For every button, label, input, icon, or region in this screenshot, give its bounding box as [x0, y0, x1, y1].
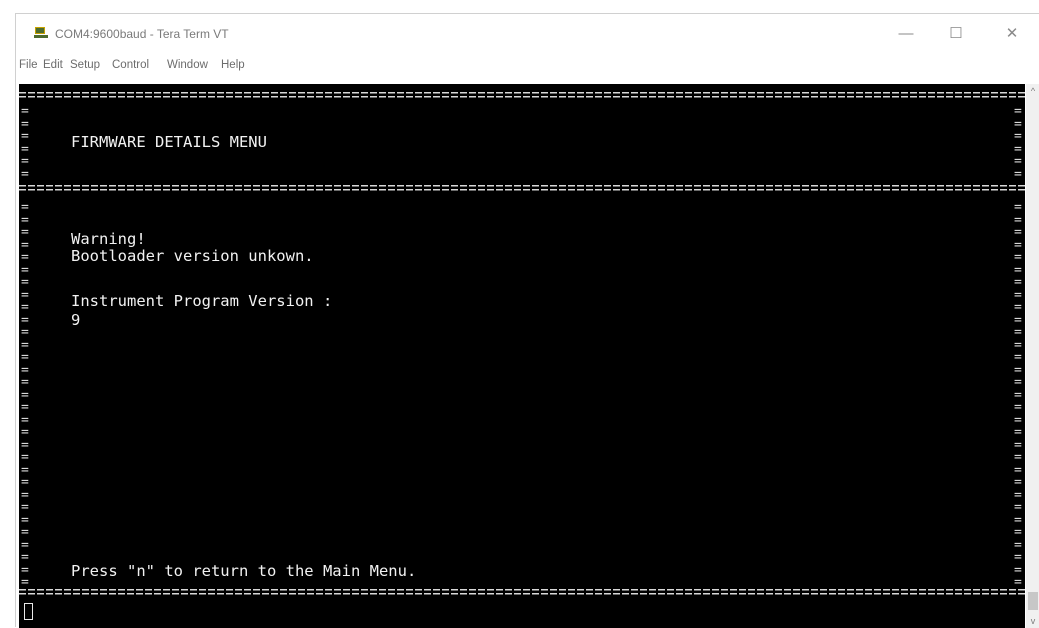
right-border-column: = = = = = = [1014, 104, 1022, 182]
right-border-column: = = = = = = = = = = = = = = = = = = = = … [1014, 200, 1022, 590]
border-rule-top [19, 92, 1025, 98]
footer-instruction: Press "n" to return to the Main Menu. [71, 562, 417, 580]
border-rule-middle [19, 185, 1025, 191]
scroll-down-arrow-icon[interactable]: v [1026, 614, 1039, 628]
text-cursor [24, 603, 33, 620]
left-border-column: = = = = = = [21, 104, 29, 182]
menu-control[interactable]: Control [112, 59, 149, 71]
close-button[interactable]: ✕ [990, 22, 1034, 46]
left-border-column: = = = = = = = = = = = = = = = = = = = = … [21, 200, 29, 590]
bootloader-message: Bootloader version unkown. [71, 247, 314, 265]
terminal-screen[interactable]: = = = = = = = = = = = = = = = = = = = = … [19, 84, 1025, 628]
vertical-scrollbar[interactable]: ^ v [1026, 84, 1039, 628]
program-version-value: 9 [71, 311, 81, 329]
maximize-button[interactable]: ☐ [934, 22, 978, 46]
menu-bar: File Edit Setup Control Window Help [16, 57, 1039, 77]
menu-edit[interactable]: Edit [43, 59, 63, 71]
menu-heading: FIRMWARE DETAILS MENU [71, 133, 267, 151]
warning-text: Warning! [71, 230, 146, 248]
minimize-button[interactable]: — [884, 22, 928, 46]
tera-term-window: COM4:9600baud - Tera Term VT — ☐ ✕ File … [15, 13, 1039, 628]
menu-setup[interactable]: Setup [70, 59, 100, 71]
menu-help[interactable]: Help [221, 59, 245, 71]
menu-window[interactable]: Window [167, 59, 208, 71]
title-bar[interactable]: COM4:9600baud - Tera Term VT — ☐ ✕ [16, 14, 1039, 50]
scrollbar-thumb[interactable] [1028, 592, 1038, 610]
menu-file[interactable]: File [19, 59, 38, 71]
border-rule-bottom [19, 589, 1025, 595]
teraterm-icon [34, 27, 48, 38]
program-version-label: Instrument Program Version : [71, 292, 333, 310]
window-title: COM4:9600baud - Tera Term VT [55, 27, 229, 41]
scroll-up-arrow-icon[interactable]: ^ [1026, 84, 1039, 98]
